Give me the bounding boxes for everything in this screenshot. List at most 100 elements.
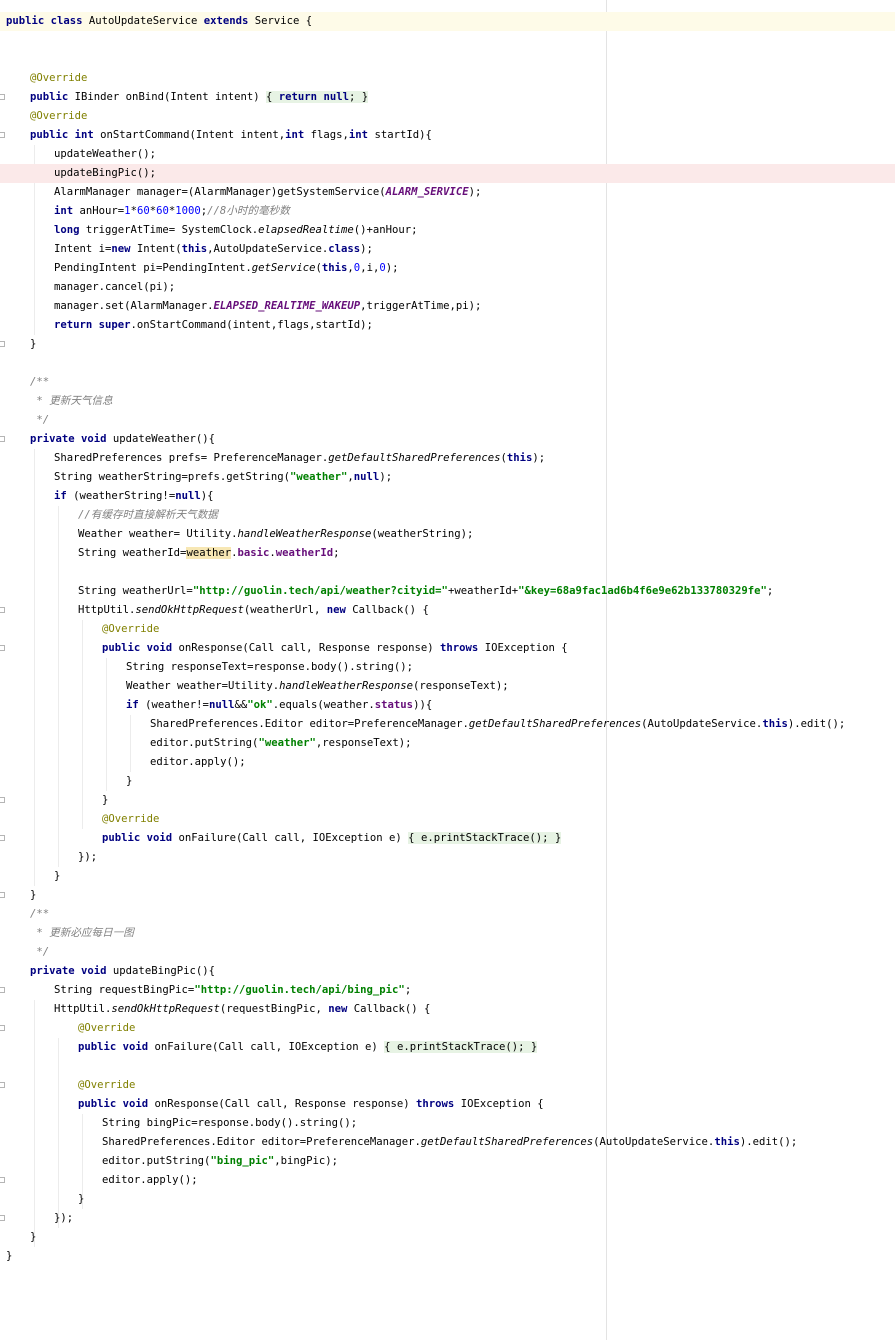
code-line[interactable]: editor.apply(); <box>0 753 895 772</box>
code-token: updateWeather(); <box>54 148 157 160</box>
code-line[interactable]: public void onResponse(Call call, Respon… <box>0 1095 895 1114</box>
code-line[interactable]: @Override <box>0 620 895 639</box>
code-line[interactable]: @Override <box>0 69 895 88</box>
code-line[interactable]: /** <box>0 905 895 924</box>
code-line[interactable]: String requestBingPic="http://guolin.tec… <box>0 981 895 1000</box>
code-token: sendOkHttpRequest <box>135 604 244 616</box>
code-token: "weather" <box>290 471 348 483</box>
code-line[interactable]: } <box>0 335 895 354</box>
code-line[interactable]: editor.putString("weather",responseText)… <box>0 734 895 753</box>
code-token: * 更新必应每日一图 <box>30 927 134 939</box>
code-token: editor.apply(); <box>150 756 246 768</box>
code-token: } <box>78 1193 85 1205</box>
code-line[interactable] <box>0 354 895 373</box>
code-token: throws <box>440 642 479 654</box>
code-line[interactable]: } <box>0 791 895 810</box>
code-line[interactable]: //有缓存时直接解析天气数据 <box>0 506 895 525</box>
code-line[interactable]: updateWeather(); <box>0 145 895 164</box>
code-line[interactable]: manager.cancel(pi); <box>0 278 895 297</box>
code-line[interactable]: * 更新必应每日一图 <box>0 924 895 943</box>
code-line[interactable]: Intent i=new Intent(this,AutoUpdateServi… <box>0 240 895 259</box>
code-token: }); <box>54 1212 74 1224</box>
code-line[interactable]: } <box>0 867 895 886</box>
code-token: updateBingPic(); <box>54 167 157 179</box>
code-editor[interactable]: public class AutoUpdateService extends S… <box>0 0 895 1340</box>
code-line[interactable]: AlarmManager manager=(AlarmManager)getSy… <box>0 183 895 202</box>
code-line[interactable]: SharedPreferences.Editor editor=Preferen… <box>0 1133 895 1152</box>
code-token: new <box>111 243 131 255</box>
code-line[interactable]: public void onFailure(Call call, IOExcep… <box>0 1038 895 1057</box>
code-line[interactable]: return super.onStartCommand(intent,flags… <box>0 316 895 335</box>
code-line[interactable]: private void updateWeather(){ <box>0 430 895 449</box>
code-line[interactable]: }); <box>0 1209 895 1228</box>
code-line[interactable]: SharedPreferences prefs= PreferenceManag… <box>0 449 895 468</box>
code-token: String weatherUrl= <box>78 585 193 597</box>
code-token: ,triggerAtTime,pi); <box>360 300 482 312</box>
code-token: null <box>353 471 380 483</box>
code-line[interactable]: /** <box>0 373 895 392</box>
code-line[interactable]: public IBinder onBind(Intent intent) { r… <box>0 88 895 107</box>
code-token: Callback() { <box>347 1003 431 1015</box>
code-line[interactable]: public int onStartCommand(Intent intent,… <box>0 126 895 145</box>
code-line[interactable]: String bingPic=response.body().string(); <box>0 1114 895 1133</box>
code-line[interactable]: if (weatherString!=null){ <box>0 487 895 506</box>
code-token: (responseText); <box>413 680 509 692</box>
code-token: (requestBingPic, <box>219 1003 329 1015</box>
code-line[interactable]: SharedPreferences.Editor editor=Preferen… <box>0 715 895 734</box>
code-line[interactable]: if (weather!=null&&"ok".equals(weather.s… <box>0 696 895 715</box>
code-line[interactable]: public void onFailure(Call call, IOExcep… <box>0 829 895 848</box>
code-line[interactable]: @Override <box>0 107 895 126</box>
code-token: return <box>278 91 318 103</box>
code-line[interactable]: } <box>0 1190 895 1209</box>
code-token: public class <box>6 15 83 27</box>
code-line[interactable] <box>0 563 895 582</box>
code-token: ).edit(); <box>739 1136 798 1148</box>
code-line[interactable]: HttpUtil.sendOkHttpRequest(requestBingPi… <box>0 1000 895 1019</box>
code-token: new <box>326 604 346 616</box>
code-line[interactable]: long triggerAtTime= SystemClock.elapsedR… <box>0 221 895 240</box>
code-line[interactable]: editor.apply(); <box>0 1171 895 1190</box>
code-line[interactable]: } <box>0 886 895 905</box>
code-line[interactable]: } <box>0 1247 895 1266</box>
code-line[interactable]: public void onResponse(Call call, Respon… <box>0 639 895 658</box>
code-line[interactable]: @Override <box>0 1076 895 1095</box>
code-token: elapsedRealtime <box>258 224 354 236</box>
code-line[interactable]: */ <box>0 411 895 430</box>
code-token: "http://guolin.tech/api/weather?cityid=" <box>192 585 448 597</box>
code-line[interactable]: @Override <box>0 1019 895 1038</box>
code-token: getDefaultSharedPreferences <box>328 452 501 464</box>
code-token: String weatherString=prefs.getString( <box>54 471 290 483</box>
code-line[interactable]: Weather weather= Utility.handleWeatherRe… <box>0 525 895 544</box>
code-line[interactable]: public class AutoUpdateService extends S… <box>0 12 895 31</box>
code-line[interactable]: updateBingPic(); <box>0 164 895 183</box>
code-line[interactable]: String weatherUrl="http://guolin.tech/ap… <box>0 582 895 601</box>
code-token: Intent i= <box>54 243 112 255</box>
code-line[interactable]: PendingIntent pi=PendingIntent.getServic… <box>0 259 895 278</box>
code-line[interactable]: } <box>0 772 895 791</box>
code-token: //8小时的毫秒数 <box>207 205 290 217</box>
code-line[interactable] <box>0 31 895 50</box>
code-line[interactable]: } <box>0 1228 895 1247</box>
code-token: { <box>408 832 421 844</box>
code-token: * 更新天气信息 <box>30 395 113 407</box>
code-line[interactable]: String responseText=response.body().stri… <box>0 658 895 677</box>
code-line[interactable]: HttpUtil.sendOkHttpRequest(weatherUrl, n… <box>0 601 895 620</box>
code-line[interactable]: editor.putString("bing_pic",bingPic); <box>0 1152 895 1171</box>
code-line[interactable]: manager.set(AlarmManager.ELAPSED_REALTIM… <box>0 297 895 316</box>
code-line[interactable]: * 更新天气信息 <box>0 392 895 411</box>
code-line[interactable]: }); <box>0 848 895 867</box>
code-line[interactable] <box>0 1057 895 1076</box>
code-line[interactable]: */ <box>0 943 895 962</box>
code-line[interactable]: Weather weather=Utility.handleWeatherRes… <box>0 677 895 696</box>
code-line[interactable]: @Override <box>0 810 895 829</box>
code-line[interactable]: int anHour=1*60*60*1000;//8小时的毫秒数 <box>0 202 895 221</box>
code-token: ); <box>385 262 399 274</box>
code-token: null <box>175 490 201 502</box>
code-line[interactable]: private void updateBingPic(){ <box>0 962 895 981</box>
code-line[interactable] <box>0 50 895 69</box>
code-token: .equals(weather. <box>272 699 375 711</box>
code-line[interactable]: String weatherId=weather.basic.weatherId… <box>0 544 895 563</box>
code-line[interactable]: String weatherString=prefs.getString("we… <box>0 468 895 487</box>
code-token: (AutoUpdateService. <box>593 1136 715 1148</box>
code-token: new <box>328 1003 348 1015</box>
